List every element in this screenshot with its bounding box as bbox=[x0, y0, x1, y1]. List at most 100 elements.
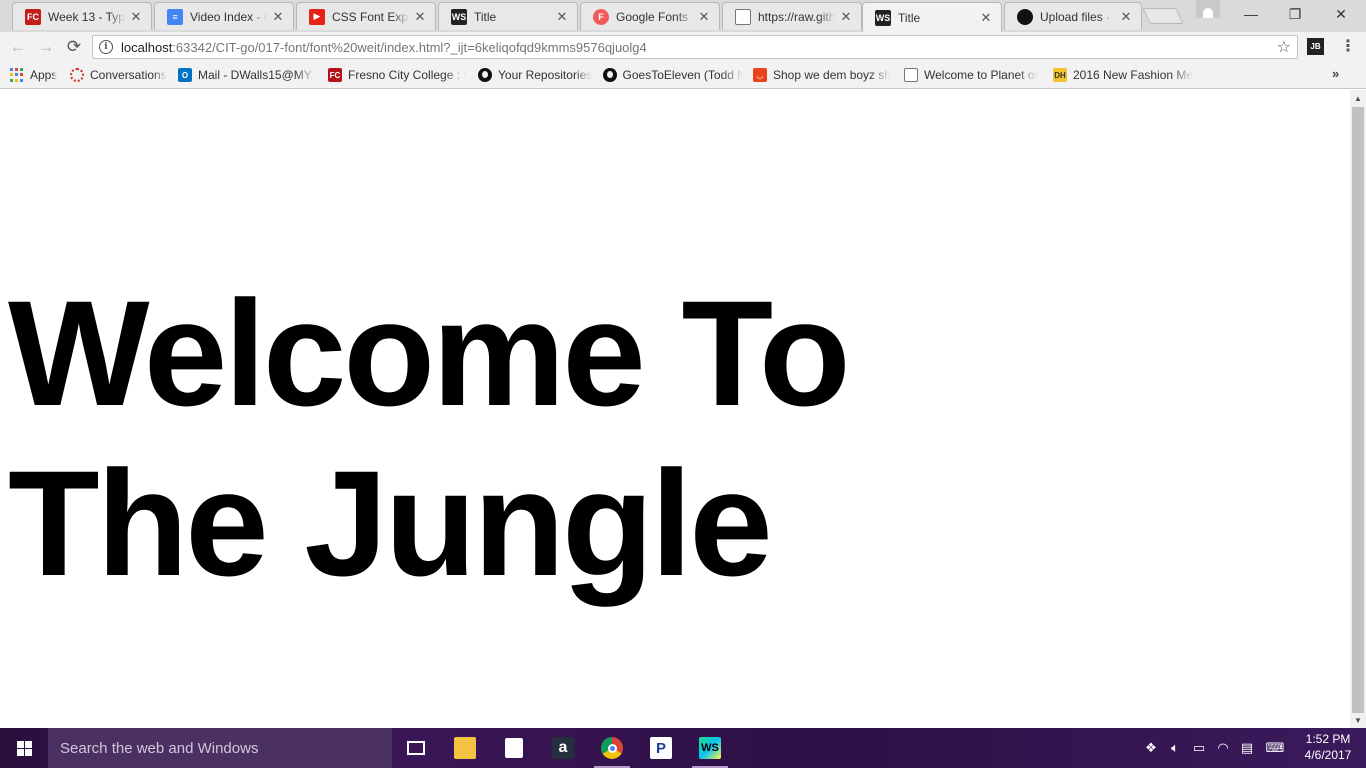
bookmark-goestoeleven[interactable]: GoesToEleven (Todd M bbox=[603, 66, 743, 84]
keyboard-icon[interactable]: ⌨︎ bbox=[1260, 728, 1290, 768]
tab-label: https://raw.gith bbox=[758, 9, 835, 24]
bookmark-mail[interactable]: O Mail - DWalls15@MY... bbox=[178, 66, 316, 84]
battery-icon[interactable]: ▭ bbox=[1188, 728, 1210, 768]
site-info-icon[interactable]: i bbox=[99, 40, 113, 54]
bookmark-label: Shop we dem boyz sh bbox=[773, 68, 892, 82]
tab-strip: FC Week 13 - Typo ✕ ≡ Video Index - G ✕ … bbox=[0, 0, 1366, 32]
tab-week13[interactable]: FC Week 13 - Typo ✕ bbox=[12, 2, 152, 30]
dropbox-icon[interactable]: ❖ bbox=[1140, 728, 1162, 768]
webstorm-icon: WS bbox=[875, 9, 891, 26]
scroll-down-arrow[interactable]: ▼ bbox=[1350, 712, 1366, 728]
pandora-icon: P bbox=[650, 737, 672, 759]
bookmark-apps[interactable]: Apps bbox=[10, 66, 57, 84]
taskbar-pandora[interactable]: P bbox=[637, 728, 685, 768]
page-icon bbox=[735, 8, 751, 25]
folder-icon bbox=[454, 737, 476, 759]
tab-label: Title bbox=[474, 9, 497, 24]
url-path: :63342/CIT-go/017-font/font%20weit/index… bbox=[172, 39, 647, 55]
taskbar-store[interactable] bbox=[490, 728, 538, 768]
webstorm-icon: WS bbox=[699, 737, 721, 759]
tab-title-1[interactable]: WS Title ✕ bbox=[438, 2, 578, 30]
github-icon bbox=[603, 68, 617, 82]
bookmark-your-repositories[interactable]: Your Repositories bbox=[478, 66, 594, 84]
outlook-icon: O bbox=[178, 68, 192, 82]
shop-icon: ◡ bbox=[753, 68, 767, 82]
wifi-icon[interactable]: ◠ bbox=[1212, 728, 1234, 768]
taskbar-search[interactable]: Search the web and Windows bbox=[48, 728, 392, 768]
taskbar-file-explorer[interactable] bbox=[441, 728, 489, 768]
close-icon[interactable]: ✕ bbox=[697, 9, 711, 25]
bookmark-shop[interactable]: ◡ Shop we dem boyz sh bbox=[753, 66, 893, 84]
bookmark-label: Apps bbox=[30, 68, 58, 82]
bookmark-planet[interactable]: Welcome to Planet of bbox=[904, 66, 1042, 84]
close-icon[interactable]: ✕ bbox=[555, 9, 569, 25]
page-headline: Welcome To The Jungle bbox=[8, 269, 851, 607]
volume-muted-icon[interactable]: 🔈︎ bbox=[1164, 728, 1186, 768]
taskbar-amazon[interactable]: a bbox=[539, 728, 587, 768]
github-icon bbox=[1017, 8, 1033, 25]
scroll-thumb[interactable] bbox=[1352, 107, 1364, 713]
fcc-icon: FC bbox=[328, 68, 342, 82]
bookmark-star-icon[interactable]: ☆ bbox=[1277, 37, 1291, 57]
tab-label: Google Fonts bbox=[616, 9, 689, 24]
apps-grid-icon bbox=[10, 68, 24, 82]
bookmark-conversations[interactable]: Conversations bbox=[70, 66, 170, 84]
forward-button[interactable]: → bbox=[32, 33, 60, 61]
bookmarks-overflow-button[interactable]: » bbox=[1332, 66, 1339, 81]
page-viewport: Welcome To The Jungle bbox=[0, 90, 1350, 728]
taskbar-chrome[interactable] bbox=[588, 728, 636, 768]
url-host: localhost bbox=[121, 39, 173, 55]
close-icon[interactable]: ✕ bbox=[839, 9, 853, 25]
tab-raw-github[interactable]: https://raw.gith ✕ bbox=[722, 2, 862, 30]
windows-logo-icon bbox=[16, 740, 32, 756]
tab-label: Week 13 - Typo bbox=[48, 9, 125, 24]
close-icon[interactable]: ✕ bbox=[413, 9, 427, 25]
bookmark-label: Welcome to Planet of bbox=[924, 68, 1038, 82]
vertical-scrollbar[interactable]: ▲ ▼ bbox=[1350, 90, 1366, 728]
close-icon[interactable]: ✕ bbox=[1119, 9, 1133, 25]
url-text[interactable]: localhost:63342/CIT-go/017-font/font%20w… bbox=[121, 40, 647, 55]
tab-upload-files[interactable]: Upload files · Gi ✕ bbox=[1004, 2, 1142, 30]
clock-time: 1:52 PM bbox=[1305, 732, 1351, 746]
close-icon[interactable]: ✕ bbox=[129, 9, 143, 25]
minimize-button[interactable]: — bbox=[1228, 0, 1274, 28]
restore-button[interactable]: ❐ bbox=[1272, 0, 1318, 28]
youtube-icon: ▶ bbox=[309, 8, 325, 25]
start-button[interactable] bbox=[0, 728, 48, 768]
close-icon[interactable]: ✕ bbox=[979, 10, 993, 26]
profile-icon[interactable] bbox=[1196, 0, 1220, 18]
google-fonts-icon: F bbox=[593, 8, 609, 25]
chrome-menu-icon[interactable]: ⋮ bbox=[1340, 38, 1356, 56]
task-view-button[interactable] bbox=[392, 728, 440, 768]
bookmark-label: Mail - DWalls15@MY... bbox=[198, 68, 316, 82]
page-icon bbox=[904, 68, 918, 82]
chrome-icon bbox=[601, 737, 623, 759]
tab-css-font[interactable]: ▶ CSS Font Explo ✕ bbox=[296, 2, 436, 30]
close-icon[interactable]: ✕ bbox=[271, 9, 285, 25]
address-bar[interactable]: i localhost:63342/CIT-go/017-font/font%2… bbox=[92, 35, 1298, 59]
notifications-icon[interactable]: ▤ bbox=[1236, 728, 1258, 768]
tab-google-fonts[interactable]: F Google Fonts ✕ bbox=[580, 2, 720, 30]
tab-title-active[interactable]: WS Title ✕ bbox=[862, 2, 1002, 32]
window-close-button[interactable]: ✕ bbox=[1318, 0, 1364, 28]
dh-icon: DH bbox=[1053, 68, 1067, 82]
scroll-up-arrow[interactable]: ▲ bbox=[1350, 90, 1366, 106]
taskbar-webstorm[interactable]: WS bbox=[686, 728, 734, 768]
system-clock[interactable]: 1:52 PM 4/6/2017 bbox=[1296, 731, 1360, 763]
search-placeholder: Search the web and Windows bbox=[60, 739, 259, 757]
clock-date: 4/6/2017 bbox=[1304, 748, 1352, 762]
new-tab-button[interactable] bbox=[1142, 8, 1184, 24]
bookmark-label: Conversations bbox=[90, 68, 167, 82]
back-button[interactable]: ← bbox=[4, 33, 32, 61]
bookmark-fresno-city-college[interactable]: FC Fresno City College : W bbox=[328, 66, 466, 84]
bookmark-label: GoesToEleven (Todd M bbox=[622, 68, 743, 82]
tab-video-index[interactable]: ≡ Video Index - G ✕ bbox=[154, 2, 294, 30]
tab-label: Video Index - G bbox=[190, 9, 267, 24]
fc-icon: FC bbox=[25, 8, 41, 25]
reload-button[interactable]: ⟳ bbox=[60, 33, 88, 61]
bookmark-fashion[interactable]: DH 2016 New Fashion Me bbox=[1053, 66, 1193, 84]
jetbrains-extension-icon[interactable]: JB bbox=[1307, 38, 1324, 55]
docs-icon: ≡ bbox=[167, 8, 183, 25]
tab-label: CSS Font Explo bbox=[332, 9, 409, 24]
task-view-icon bbox=[407, 741, 425, 755]
